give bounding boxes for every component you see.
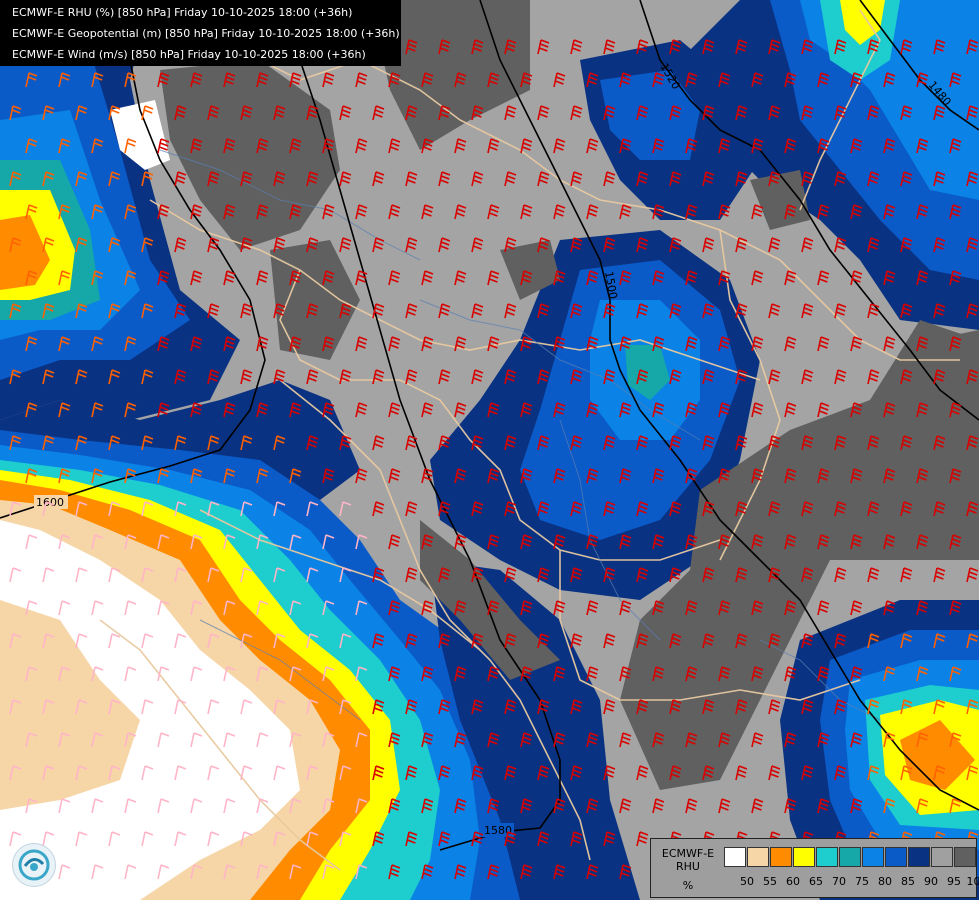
legend-tick: 80 [878, 875, 892, 888]
legend-ticks: 50 55 60 65 70 75 80 85 90 95 100 [724, 875, 979, 889]
weather-map: 1600 1580 1500 1520 1480 ECMWF-E RHU (%)… [0, 0, 979, 900]
legend-tick: 95 [947, 875, 961, 888]
ecmwf-logo-icon [12, 843, 56, 887]
legend-title: ECMWF-E RHU [661, 847, 715, 873]
legend-tick: 75 [855, 875, 869, 888]
legend-swatch [724, 847, 746, 867]
legend-swatch [862, 847, 884, 867]
title-rhu: ECMWF-E RHU (%) [850 hPa] Friday 10-10-2… [12, 6, 353, 19]
legend-swatch [770, 847, 792, 867]
legend-swatch [793, 847, 815, 867]
legend-swatch [747, 847, 769, 867]
contour-label-1600: 1600 [36, 496, 64, 509]
legend-swatch [954, 847, 976, 867]
rhu-field: 1600 1580 1500 1520 1480 [0, 0, 979, 900]
legend-tick: 55 [763, 875, 777, 888]
legend-tick: 100 [966, 875, 979, 888]
legend-tick: 65 [809, 875, 823, 888]
title-geopotential: ECMWF-E Geopotential (m) [850 hPa] Frida… [12, 27, 400, 40]
legend-unit: % [682, 879, 694, 892]
legend-swatch [839, 847, 861, 867]
map-title-box: ECMWF-E RHU (%) [850 hPa] Friday 10-10-2… [0, 0, 401, 66]
legend-swatches [724, 847, 977, 867]
legend-tick: 90 [924, 875, 938, 888]
rhu-legend: ECMWF-E RHU % 50 55 60 65 70 75 80 85 90 95 100 [650, 838, 979, 898]
legend-swatch [908, 847, 930, 867]
legend-swatch [885, 847, 907, 867]
legend-tick: 50 [740, 875, 754, 888]
legend-swatch [816, 847, 838, 867]
legend-tick: 85 [901, 875, 915, 888]
legend-swatch [931, 847, 953, 867]
legend-tick: 60 [786, 875, 800, 888]
title-wind: ECMWF-E Wind (m/s) [850 hPa] Friday 10-1… [12, 48, 366, 61]
legend-tick: 70 [832, 875, 846, 888]
